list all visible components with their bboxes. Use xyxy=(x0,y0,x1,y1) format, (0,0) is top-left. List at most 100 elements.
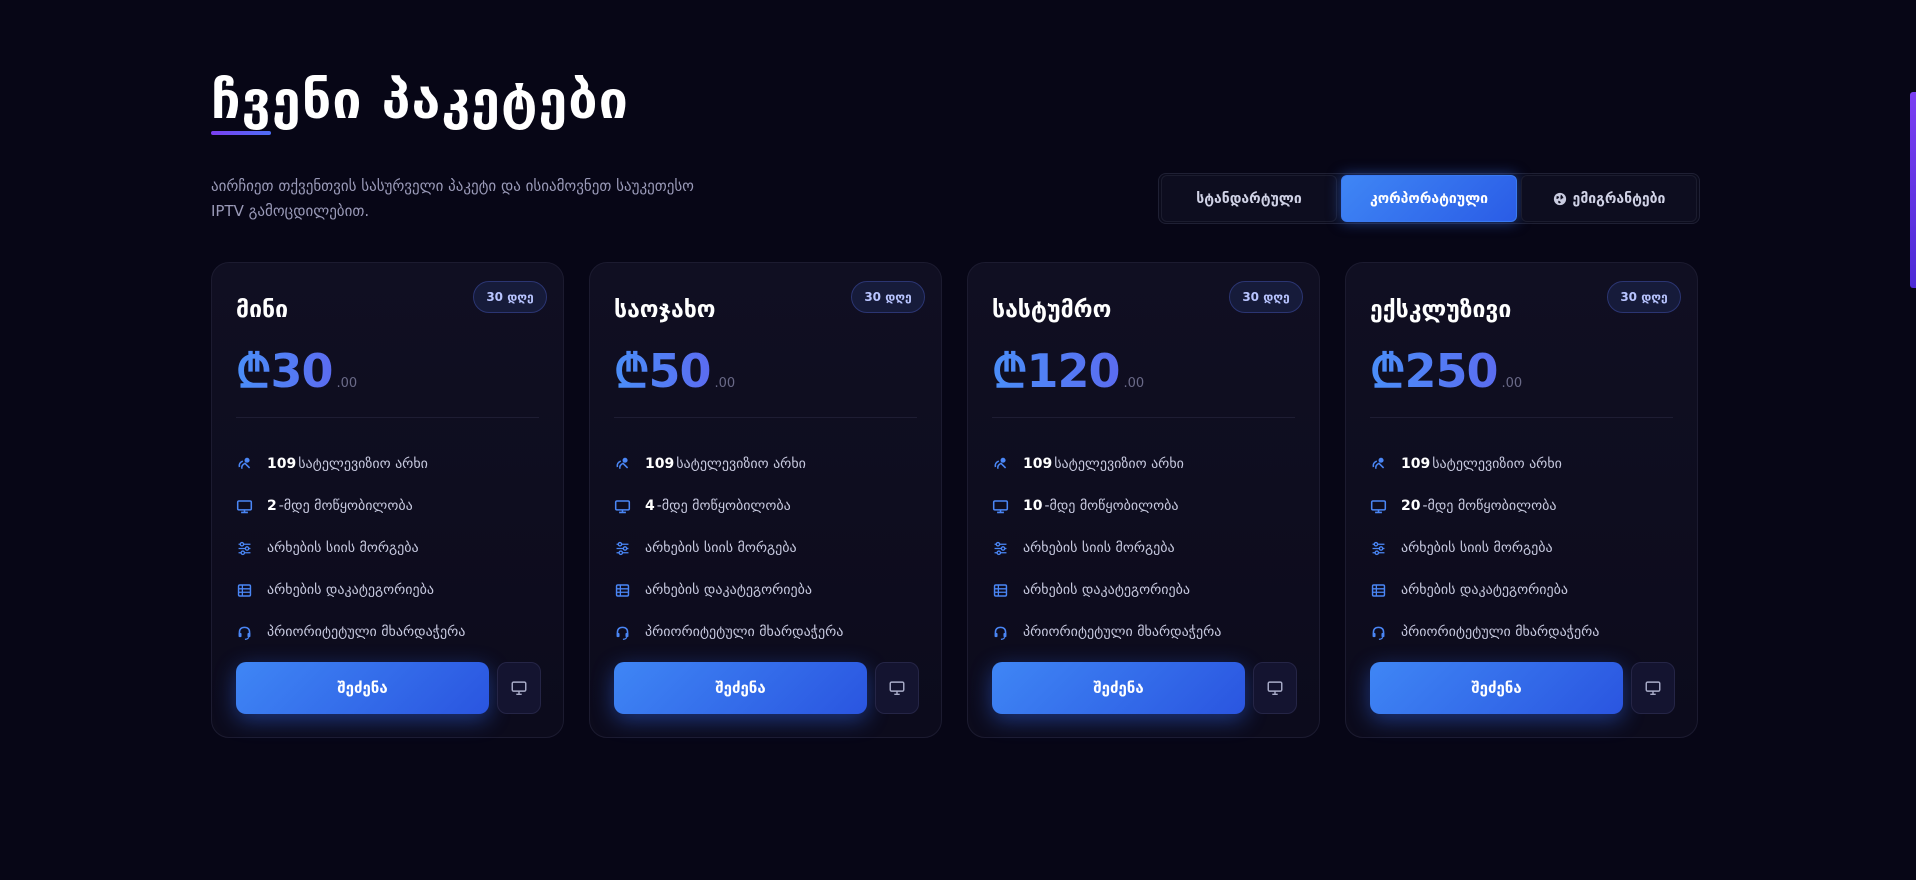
plan-name: საოჯახო xyxy=(614,297,716,323)
page-title: ჩვენი პაკეტები xyxy=(211,71,629,131)
feature-item: არხების სიის მორგება xyxy=(236,527,541,569)
device-button[interactable] xyxy=(1253,662,1297,714)
divider xyxy=(614,417,917,418)
feature-text: 4 -მდე მოწყობილობა xyxy=(645,498,791,514)
plan-price: ₾30 .00 xyxy=(236,339,357,401)
monitor-icon xyxy=(511,681,527,696)
feature-text: არხების დაკატეგორიება xyxy=(1401,582,1569,598)
sliders-icon xyxy=(1372,541,1385,555)
monitor-icon xyxy=(236,499,253,513)
feature-text: 109 სატელევიზიო არხი xyxy=(1023,456,1184,472)
divider xyxy=(992,417,1295,418)
feature-text: 109 სატელევიზიო არხი xyxy=(1401,456,1562,472)
feature-value: 20 xyxy=(1401,498,1421,514)
feature-text: პრიორიტეტული მხარდაჭერა xyxy=(1401,624,1600,640)
table-icon xyxy=(237,583,252,597)
feature-text: არხების დაკატეგორიება xyxy=(267,582,435,598)
tab-label: სტანდარტული xyxy=(1196,190,1302,207)
monitor-icon xyxy=(992,499,1009,513)
title-underline xyxy=(211,131,271,135)
page-subtitle: აირჩიეთ თქვენთვის სასურველი პაკეტი და ის… xyxy=(211,177,694,220)
monitor-icon xyxy=(614,499,631,513)
feature-value: 10 xyxy=(1023,498,1043,514)
feature-item: 109 სატელევიზიო არხი xyxy=(992,443,1297,485)
tab-standard[interactable]: სტანდარტული xyxy=(1161,175,1337,222)
plan-name: მინი xyxy=(236,297,289,323)
feature-item: არხების დაკატეგორიება xyxy=(1370,569,1675,611)
buy-button[interactable]: შეძენა xyxy=(992,662,1245,714)
feature-item: 2 -მდე მოწყობილობა xyxy=(236,485,541,527)
feature-item: პრიორიტეტული მხარდაჭერა xyxy=(614,611,919,653)
price-cents: .00 xyxy=(714,376,736,391)
feature-list: 109 სატელევიზიო არხი 4 -მდე მოწყობილობა არხე… xyxy=(614,443,919,653)
feature-text: პრიორიტეტული მხარდაჭერა xyxy=(267,624,466,640)
table-icon xyxy=(993,583,1008,597)
monitor-icon xyxy=(1267,681,1283,696)
feature-text: 10 -მდე მოწყობილობა xyxy=(1023,498,1179,514)
table-icon xyxy=(615,583,630,597)
feature-text: 20 -მდე მოწყობილობა xyxy=(1401,498,1557,514)
satellite-icon xyxy=(1372,457,1385,469)
plan-price: ₾250 .00 xyxy=(1370,339,1522,401)
feature-text: არხების სიის მორგება xyxy=(267,540,419,556)
price-amount: ₾30 xyxy=(236,339,333,401)
feature-text: არხების სიის მორგება xyxy=(645,540,797,556)
feature-value: 109 xyxy=(267,456,297,472)
feature-item: პრიორიტეტული მხარდაჭერა xyxy=(236,611,541,653)
feature-value: 109 xyxy=(1023,456,1053,472)
tab-label: ემიგრანტები xyxy=(1572,190,1666,207)
satellite-icon xyxy=(616,457,629,469)
price-amount: ₾120 xyxy=(992,339,1120,401)
feature-item: არხების სიის მორგება xyxy=(614,527,919,569)
plan-card-2: 30 დღე საოჯახო ₾50 .00 109 სატელევიზიო არ… xyxy=(589,262,942,738)
feature-item: 109 სატელევიზიო არხი xyxy=(236,443,541,485)
plan-name: სასტუმრო xyxy=(992,297,1112,323)
feature-item: 109 სატელევიზიო არხი xyxy=(614,443,919,485)
plan-category-tabs: სტანდარტული კორპორატიული ემიგრანტები xyxy=(1158,173,1700,224)
feature-item: 10 -მდე მოწყობილობა xyxy=(992,485,1297,527)
price-cents: .00 xyxy=(1501,376,1523,391)
duration-badge: 30 დღე xyxy=(473,281,547,313)
device-button[interactable] xyxy=(875,662,919,714)
satellite-icon xyxy=(994,457,1007,469)
tab-emigrants[interactable]: ემიგრანტები xyxy=(1521,175,1697,222)
feature-list: 109 სატელევიზიო არხი 2 -მდე მოწყობილობა არხე… xyxy=(236,443,541,653)
duration-badge: 30 დღე xyxy=(1607,281,1681,313)
headset-icon xyxy=(238,626,251,640)
headset-icon xyxy=(994,626,1007,640)
feature-text: 109 სატელევიზიო არხი xyxy=(645,456,806,472)
headset-icon xyxy=(1372,626,1385,640)
feature-item: 4 -მდე მოწყობილობა xyxy=(614,485,919,527)
monitor-icon xyxy=(1645,681,1661,696)
tab-corporate[interactable]: კორპორატიული xyxy=(1341,175,1517,222)
price-amount: ₾250 xyxy=(1370,339,1498,401)
sliders-icon xyxy=(994,541,1007,555)
buy-button[interactable]: შეძენა xyxy=(614,662,867,714)
feature-text: პრიორიტეტული მხარდაჭერა xyxy=(645,624,844,640)
duration-badge: 30 დღე xyxy=(1229,281,1303,313)
plan-card-3: 30 დღე სასტუმრო ₾120 .00 109 სატელევიზიო … xyxy=(967,262,1320,738)
buy-button[interactable]: შეძენა xyxy=(236,662,489,714)
price-cents: .00 xyxy=(336,376,358,391)
satellite-icon xyxy=(238,457,251,469)
feature-text: არხების დაკატეგორიება xyxy=(1023,582,1191,598)
side-scroll-indicator[interactable] xyxy=(1910,92,1916,288)
duration-badge: 30 დღე xyxy=(851,281,925,313)
device-button[interactable] xyxy=(1631,662,1675,714)
feature-text: არხების სიის მორგება xyxy=(1023,540,1175,556)
device-button[interactable] xyxy=(497,662,541,714)
plan-price: ₾50 .00 xyxy=(614,339,735,401)
plan-card-4: 30 დღე ექსკლუზივი ₾250 .00 109 სატელევიზი… xyxy=(1345,262,1698,738)
feature-text: არხების სიის მორგება xyxy=(1401,540,1553,556)
feature-text: 2 -მდე მოწყობილობა xyxy=(267,498,413,514)
pricing-page: ჩვენი პაკეტები აირჩიეთ თქვენთვის სასურვე… xyxy=(0,0,1916,880)
table-icon xyxy=(1371,583,1386,597)
plan-name: ექსკლუზივი xyxy=(1370,297,1512,323)
headset-icon xyxy=(616,626,629,640)
buy-button[interactable]: შეძენა xyxy=(1370,662,1623,714)
feature-item: არხების სიის მორგება xyxy=(1370,527,1675,569)
feature-value: 109 xyxy=(645,456,675,472)
feature-value: 4 xyxy=(645,498,655,514)
feature-text: არხების დაკატეგორიება xyxy=(645,582,813,598)
feature-item: არხების დაკატეგორიება xyxy=(614,569,919,611)
